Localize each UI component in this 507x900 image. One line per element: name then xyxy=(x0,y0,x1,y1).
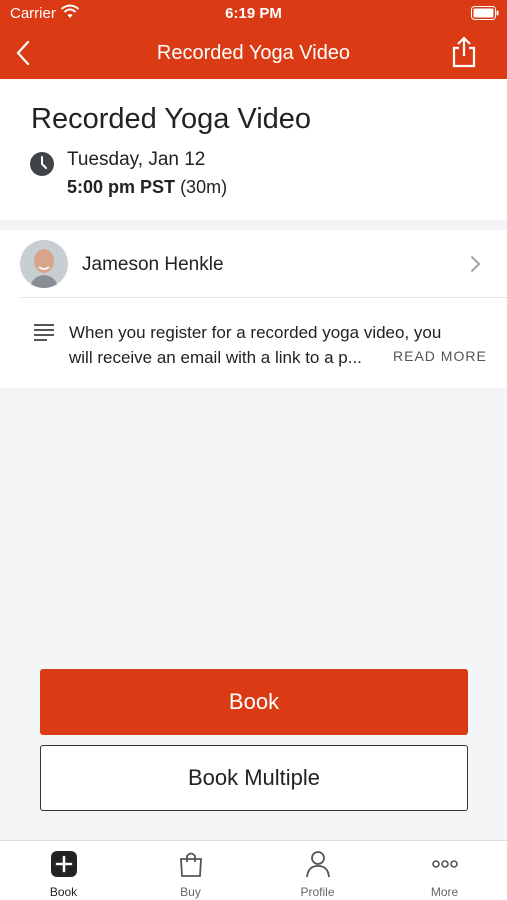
tab-buy[interactable]: Buy xyxy=(127,841,254,900)
text-lines-icon xyxy=(34,323,54,341)
tab-profile[interactable]: Profile xyxy=(254,841,381,900)
tab-label-buy: Buy xyxy=(180,885,201,899)
class-time-row: 5:00 pm PST (30m) xyxy=(67,177,227,198)
class-date: Tuesday, Jan 12 xyxy=(67,149,206,170)
tab-more[interactable]: More xyxy=(381,841,507,900)
book-button[interactable]: Book xyxy=(40,669,468,735)
instructor-name: Jameson Henkle xyxy=(82,254,224,275)
tab-label-profile: Profile xyxy=(300,885,335,899)
tab-label-more: More xyxy=(430,885,459,899)
status-bar: Carrier 6:19 PM xyxy=(0,0,507,28)
tab-label-book: Book xyxy=(49,885,78,899)
status-time: 6:19 PM xyxy=(225,5,282,22)
instructor-row[interactable]: Jameson Henkle xyxy=(20,230,507,298)
class-header-card: Recorded Yoga Video Tuesday, Jan 12 5:00… xyxy=(0,79,507,220)
class-time: 5:00 pm PST xyxy=(67,177,176,197)
clock-icon xyxy=(30,152,54,176)
plus-square-icon xyxy=(50,850,78,878)
book-multiple-button[interactable]: Book Multiple xyxy=(40,745,468,811)
class-duration: (30m) xyxy=(180,177,228,197)
tab-bar: Book Buy Profile More xyxy=(0,840,507,900)
class-title: Recorded Yoga Video xyxy=(31,103,312,135)
battery-icon xyxy=(471,6,499,24)
chevron-right-icon xyxy=(469,254,483,274)
nav-title: Recorded Yoga Video xyxy=(156,42,351,64)
description-row: When you register for a recorded yoga vi… xyxy=(0,310,507,380)
share-icon[interactable] xyxy=(449,36,479,68)
read-more-link[interactable]: READ MORE xyxy=(393,348,487,364)
ellipsis-icon xyxy=(431,850,459,878)
tab-book[interactable]: Book xyxy=(0,841,127,900)
bag-icon xyxy=(177,850,205,878)
avatar xyxy=(20,240,68,288)
class-detail-card: Jameson Henkle When you register for a r… xyxy=(0,230,507,388)
nav-bar: Recorded Yoga Video xyxy=(0,28,507,79)
description-line-1: When you register for a recorded yoga vi… xyxy=(69,323,442,342)
person-icon xyxy=(304,850,332,878)
